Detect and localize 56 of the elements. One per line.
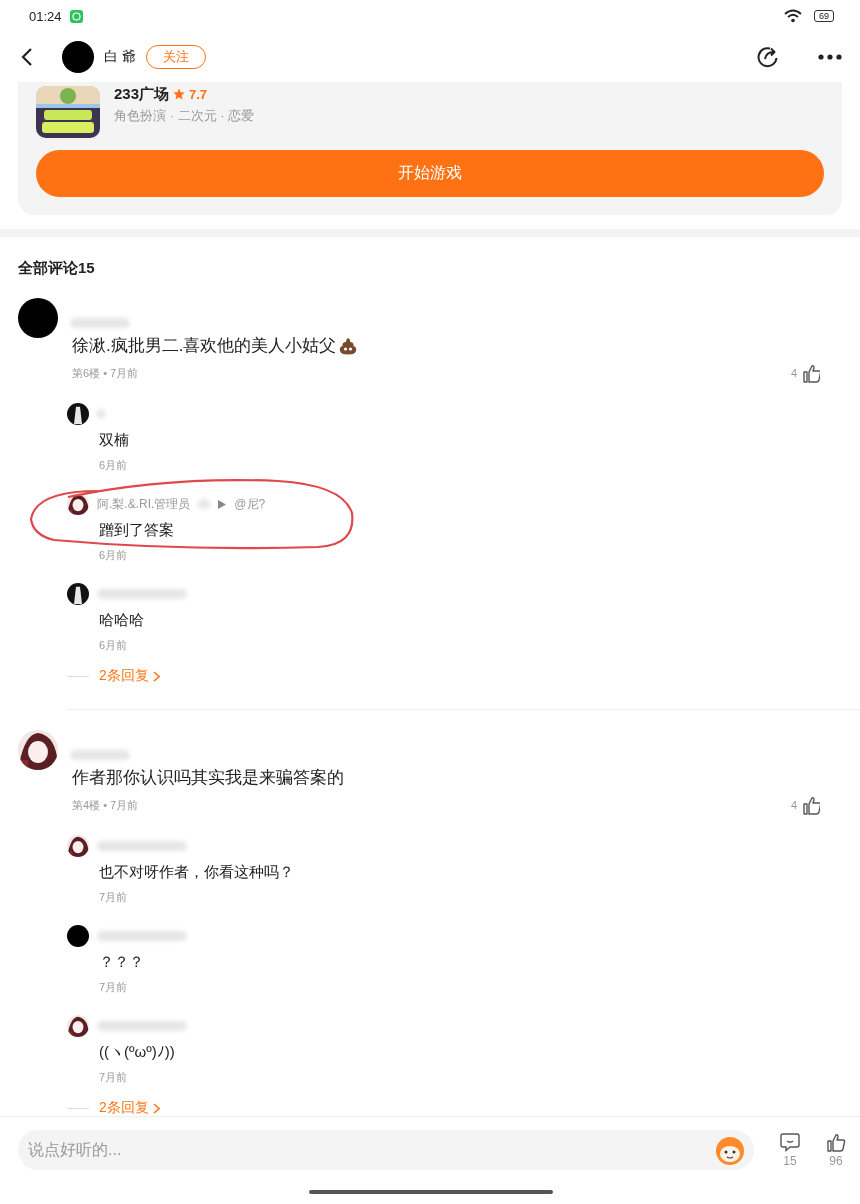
game-tags: 角色扮演 · 二次元 · 恋爱 [114,107,255,125]
avatar [67,583,89,605]
like-button[interactable]: 4 [790,795,820,815]
app-notification-icon [69,9,83,23]
more-replies-link[interactable]: 2条回复 [99,1099,160,1117]
triangle-icon [218,499,227,509]
reply-text: ((ヽ(ºωº)ﾉ)) [98,1043,176,1062]
thumbs-up-icon [802,795,820,815]
chevron-right-icon [152,1102,160,1114]
poop-emoji-icon [338,335,359,356]
comment-text: 作者那你认识吗其实我是来骗答案的 [72,767,344,789]
blurred-name [70,750,130,760]
comment-input-field[interactable]: 说点好听的... [18,1130,754,1170]
reply-time: 7月前 [98,1070,129,1085]
reply-author: 阿.梨.&.RI.管理员 [97,495,191,513]
comment-meta: 第6楼 • 7月前 [72,365,139,381]
more-replies-link[interactable]: 2条回复 [99,667,160,685]
comment-meta: 第4楼 • 7月前 [72,797,139,813]
comments-title: 全部评论15 [17,258,96,278]
chevron-right-icon [152,670,160,682]
reply-text: 蹭到了答案 [98,521,175,540]
reply-time: 7月前 [98,980,129,995]
follow-button[interactable]: 关注 [145,45,206,69]
star-icon [173,88,186,100]
like-count-button[interactable]: 96 [826,1132,846,1168]
avatar [67,925,89,947]
game-rating: 7.7 [189,86,208,102]
share-icon[interactable] [756,45,780,69]
blurred-name [198,499,211,509]
author-name: 白 爺 [104,48,136,66]
thumbs-up-icon [826,1132,846,1152]
status-time: 01:24 [29,8,62,24]
reply-text: 双楠 [98,431,130,450]
reply-target: @尼? [234,495,266,513]
back-icon[interactable] [20,47,34,67]
avatar [62,41,94,73]
more-icon[interactable] [818,54,842,60]
comment-text: 徐湫.疯批男二.喜欢他的美人小姑父 [72,335,337,357]
reply-text: 哈哈哈 [98,611,145,630]
blurred-name [70,318,130,328]
like-button[interactable]: 4 [790,363,820,383]
battery-indicator: 69 [814,10,834,22]
reply-text: ？？？ [98,953,145,972]
avatar [18,298,58,338]
avatar [67,403,89,425]
wifi-icon [784,9,802,23]
reply-text: 也不对呀作者，你看这种吗？ [98,863,295,882]
thumbs-up-icon [802,363,820,383]
play-button[interactable]: 开始游戏 [36,150,824,197]
comment-count-button[interactable]: 15 [780,1132,800,1168]
comment-icon [780,1132,800,1152]
game-title: 233广场 [114,86,170,102]
reply-time: 6月前 [98,458,129,473]
reply-time: 6月前 [98,638,129,653]
reply-time: 7月前 [98,890,129,905]
reply-time: 6月前 [98,548,129,563]
